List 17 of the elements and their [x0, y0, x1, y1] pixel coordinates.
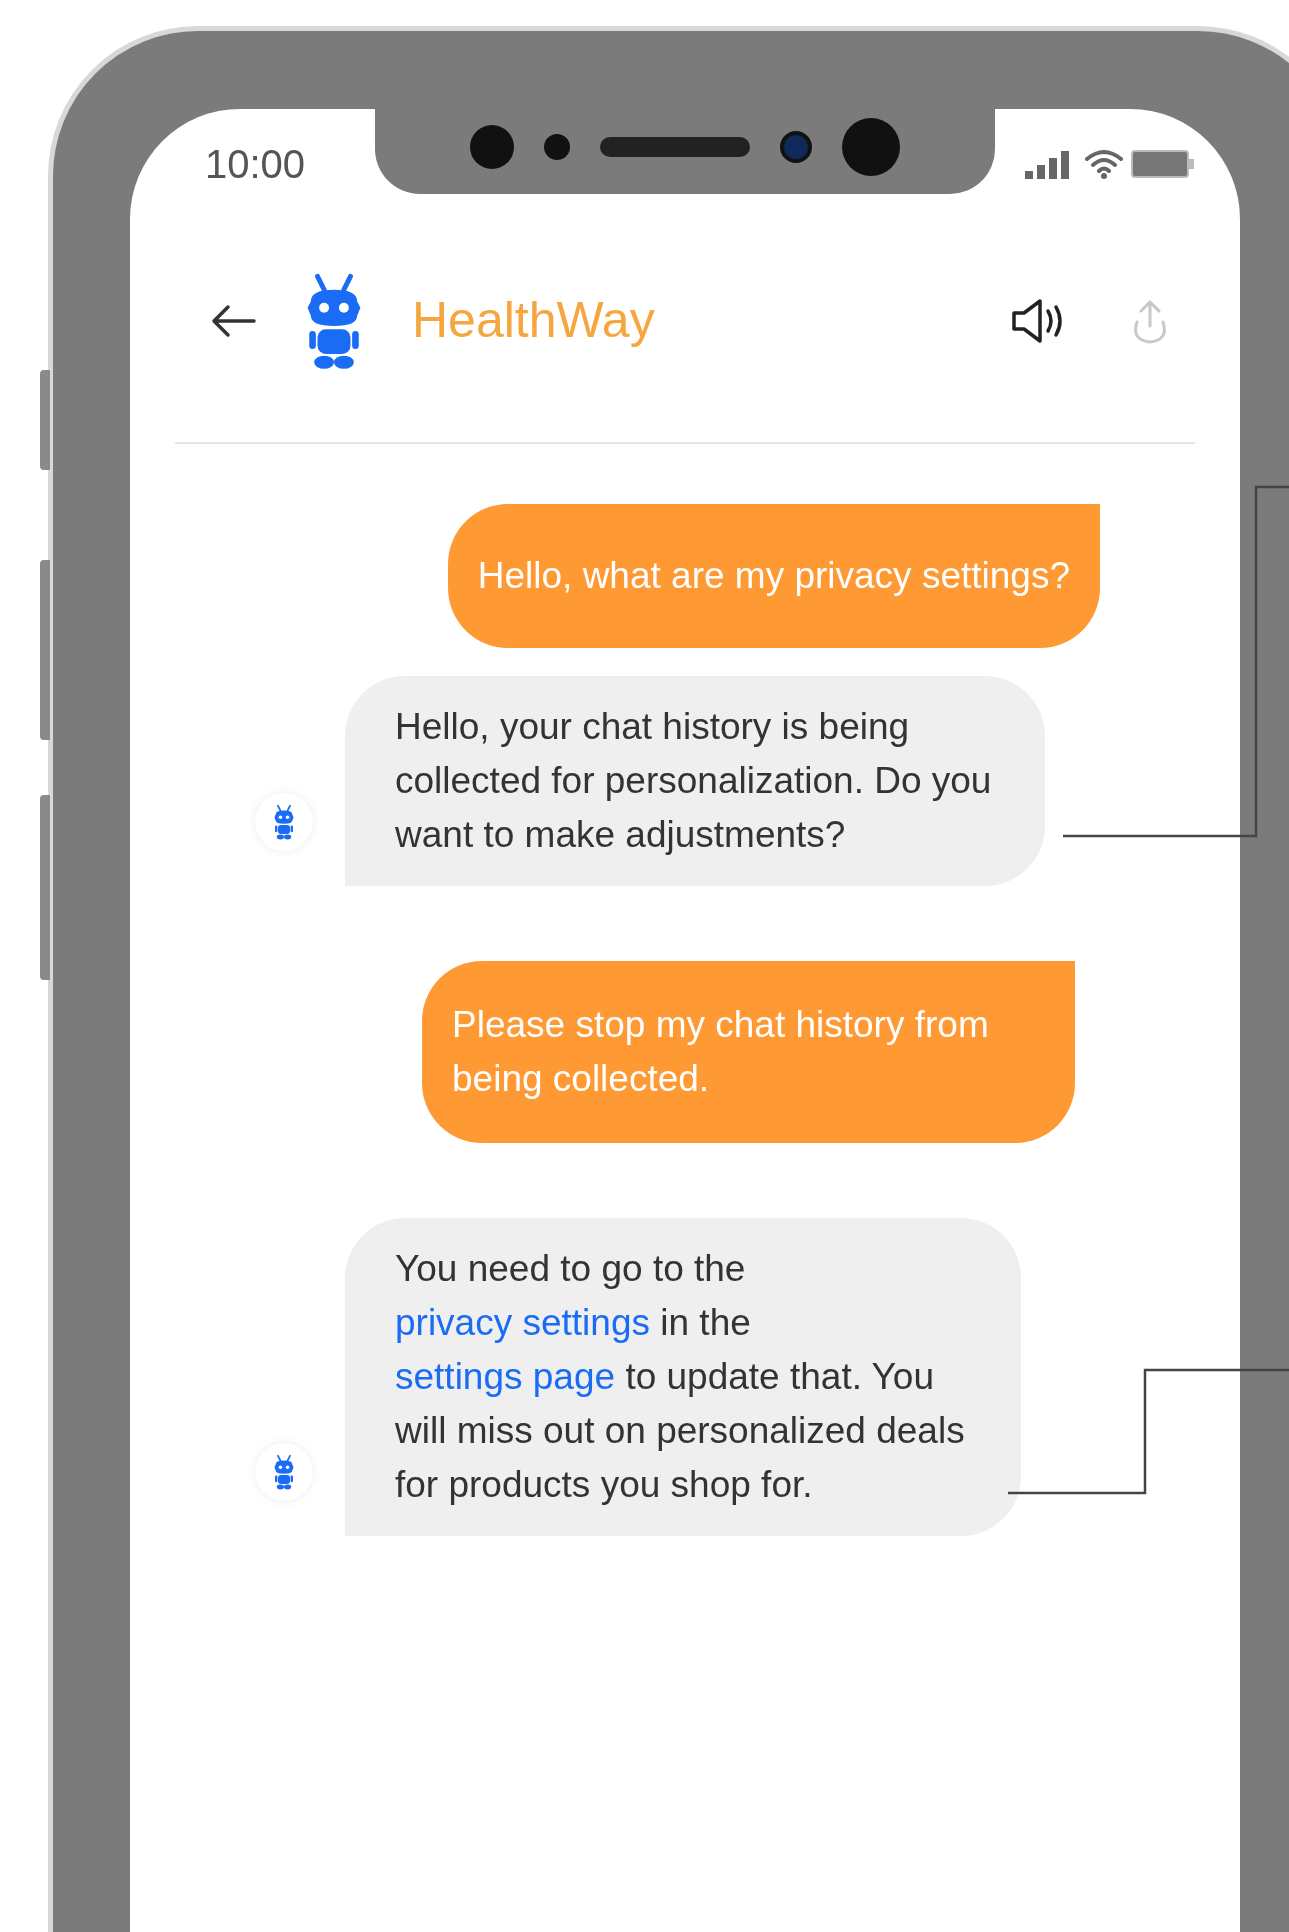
user-message-bubble: Please stop my chat history from being collected. [422, 961, 1075, 1143]
text-link[interactable]: privacy settings [395, 1302, 650, 1343]
battery-icon [1131, 149, 1195, 179]
back-arrow-icon[interactable] [210, 303, 256, 338]
status-time: 10:00 [205, 141, 306, 188]
sensor-icon [544, 133, 570, 160]
sensor-icon [780, 130, 812, 163]
bot-message-bubble: You need to go to the privacy settings in the settings page to update that. You will miss out on personalized deals for products you shop for. [345, 1218, 1021, 1536]
text-link[interactable]: settings page [395, 1356, 616, 1397]
robot-icon [272, 804, 296, 840]
camera-icon [842, 117, 900, 176]
bot-message-bubble: Hello, your chat history is being collected for personalization. Do you want to make adjustments? [345, 676, 1045, 886]
camera-icon [470, 124, 514, 169]
robot-icon [272, 1454, 296, 1490]
app-title: HealthWay [412, 291, 655, 350]
wifi-icon [1085, 149, 1123, 179]
user-message-bubble: Hello, what are my privacy settings? [447, 504, 1100, 648]
